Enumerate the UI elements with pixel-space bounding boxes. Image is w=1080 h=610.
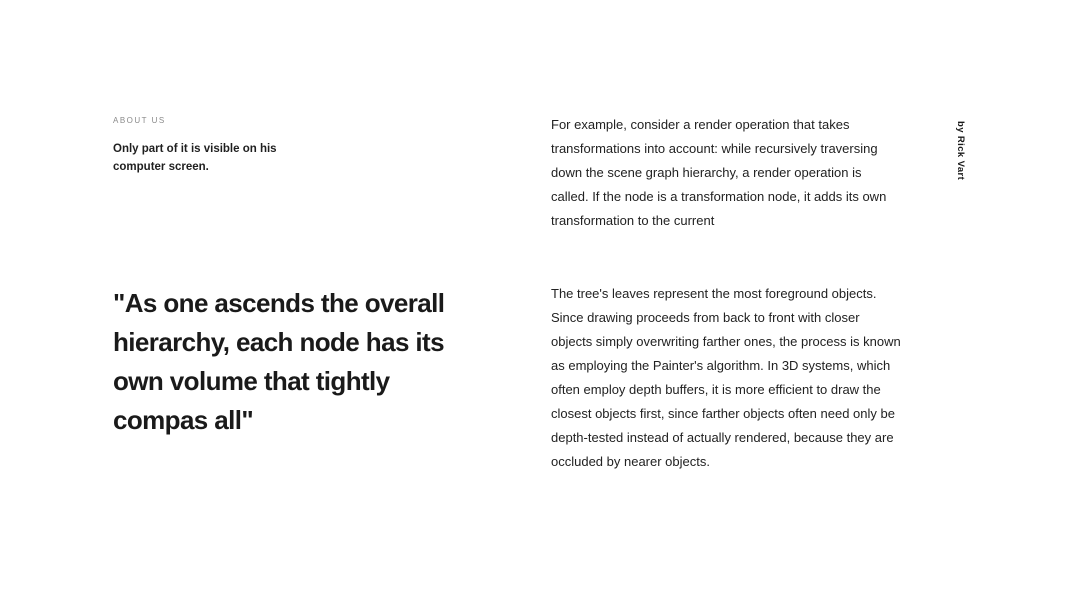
author-byline: by Rick Vart	[955, 121, 966, 181]
pull-quote: "As one ascends the overall hierarchy, e…	[113, 288, 445, 435]
body-paragraph-1: For example, consider a render operation…	[551, 117, 887, 228]
section-eyebrow: ABOUT US	[113, 116, 166, 125]
body-paragraph-2: The tree's leaves represent the most for…	[551, 286, 901, 469]
intro-text: Only part of it is visible on his comput…	[113, 143, 277, 173]
